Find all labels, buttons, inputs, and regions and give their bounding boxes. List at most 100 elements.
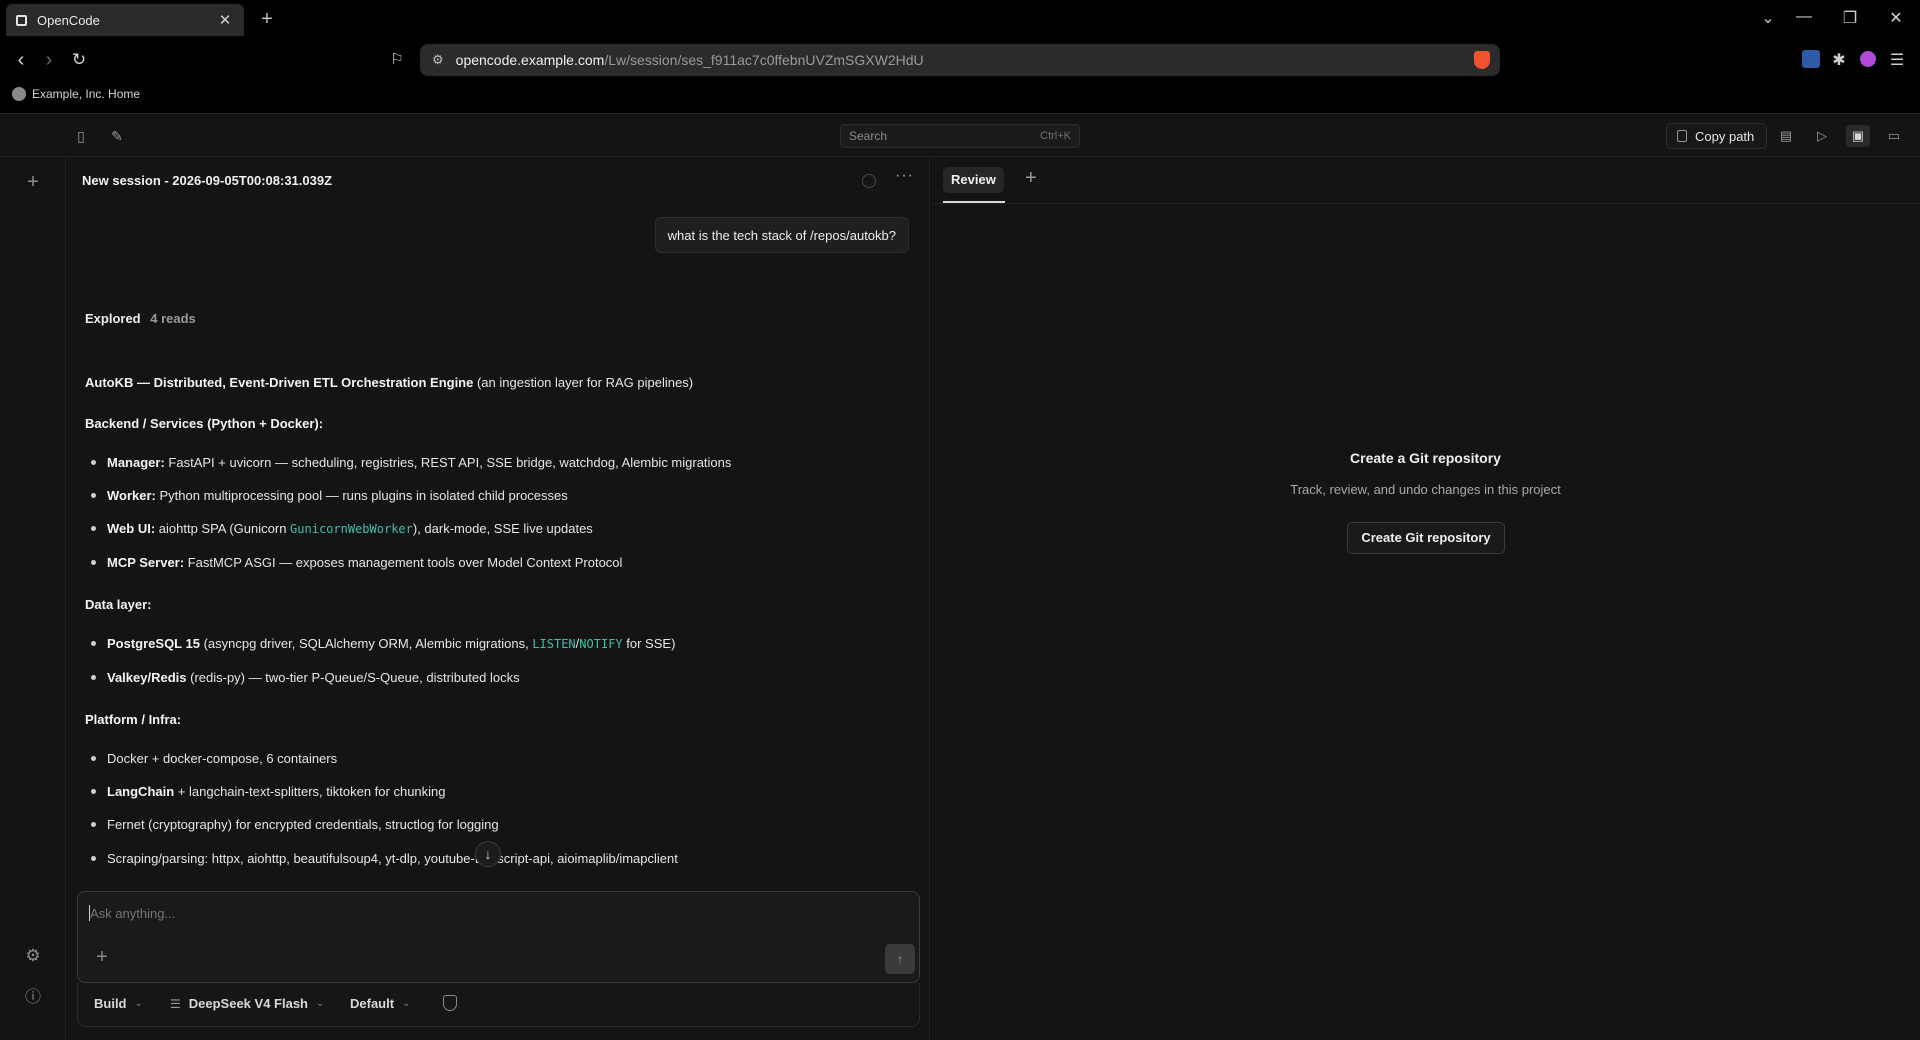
list-bullet [91,493,96,498]
attach-plus-icon[interactable]: + [92,946,112,969]
agent-select[interactable]: Build ⌄ [94,996,143,1011]
site-settings-icon[interactable]: ⚙ [432,52,444,68]
review-panel-icon[interactable]: ▣ [1846,125,1870,147]
session-panel: New session - 2026-09-05T00:08:31.039Z ·… [67,157,930,1040]
forward-arrow-icon[interactable]: › [36,47,62,73]
list-bullet [91,856,96,861]
file-tree-icon[interactable]: ▭ [1882,125,1906,147]
more-options-icon[interactable]: ··· [895,167,914,185]
add-tab-icon[interactable]: + [1025,167,1037,190]
session-title: New session - 2026-09-05T00:08:31.039Z [82,173,333,188]
browser-menu-icon[interactable]: ☰ [1888,50,1906,69]
back-arrow-icon[interactable]: ‹ [8,47,34,73]
data-heading: Data layer: [85,597,152,612]
globe-icon [12,87,26,101]
empty-state-subtitle: Track, review, and undo changes in this … [1290,482,1561,497]
list-item: Docker + docker-compose, 6 containers [107,751,338,766]
create-git-repository-button[interactable]: Create Git repository [1347,522,1505,554]
explored-label: Explored [85,311,141,326]
list-bullet [91,460,96,465]
list-item: PostgreSQL 15 (asyncpg driver, SQLAlchem… [107,636,676,651]
search-shortcut: Ctrl+K [1040,130,1071,142]
explored-summary[interactable]: Explored 4 reads [85,311,196,326]
terminal-icon[interactable]: ▷ [1810,125,1834,147]
prompt-input[interactable] [90,906,890,921]
user-message: what is the tech stack of /repos/autokb? [654,217,909,253]
add-project-icon[interactable]: + [22,171,44,193]
list-bullet [91,789,96,794]
copy-icon [1677,130,1687,142]
opencode-favicon-icon [16,14,27,26]
search-placeholder: Search [849,129,888,143]
reload-icon[interactable]: ↻ [66,47,92,73]
new-tab-icon[interactable]: + [256,8,278,31]
settings-gear-icon[interactable]: ⚙ [22,945,44,967]
list-item: Scraping/parsing: httpx, aiohttp, beauti… [107,851,678,866]
explored-count: 4 reads [150,311,196,326]
backend-heading: Backend / Services (Python + Docker): [85,416,324,431]
list-item: Worker: Python multiprocessing pool — ru… [107,488,568,503]
list-item: Valkey/Redis (redis-py) — two-tier P-Que… [107,670,520,685]
tab-title: OpenCode [37,12,100,28]
restore-window-icon[interactable]: ❐ [1838,8,1862,28]
bookmark-icon[interactable]: ⚐ [384,47,410,73]
url-host: opencode.example.com [455,52,605,68]
url-path: /Lw/session/ses_f911ac7c0ffebnUVZmSGXW2H… [604,52,924,68]
model-select[interactable]: ☰ DeepSeek V4 Flash ⌄ [170,996,324,1011]
list-item: Web UI: aiohttp SPA (Gunicorn GunicornWe… [107,521,593,536]
send-button[interactable]: ↑ [885,944,915,974]
review-tabs: Review + [931,157,1920,204]
variant-select[interactable]: Default ⌄ [350,996,410,1011]
minimize-window-icon[interactable]: — [1792,8,1816,26]
scroll-to-bottom-button[interactable]: ↓ [475,841,501,867]
message-composer: + ↑ [77,891,920,983]
session-status-icon [862,174,876,188]
composer-options-bar: Build ⌄ ☰ DeepSeek V4 Flash ⌄ Default ⌄ [77,983,920,1027]
search-input[interactable]: Search Ctrl+K [840,124,1080,148]
brave-shields-icon[interactable] [1474,51,1490,69]
chevron-down-icon: ⌄ [316,998,325,1009]
inline-code: GunicornWebWorker [290,522,413,536]
copy-path-label: Copy path [1695,128,1755,144]
empty-state-title: Create a Git repository [1350,450,1501,466]
browser-toolbar: ‹ › ↻ ⚐ ⚙ opencode.example.com /Lw/sessi… [0,40,1920,80]
extension-badge-icon[interactable] [1802,50,1820,68]
user-message-text: what is the tech stack of /repos/autokb? [667,227,896,243]
close-tab-icon[interactable]: ✕ [216,11,234,29]
list-item: MCP Server: FastMCP ASGI — exposes manag… [107,555,623,570]
browser-tab-opencode[interactable]: OpenCode ✕ [6,4,244,36]
permissions-shield-icon[interactable] [443,995,457,1011]
active-tab-underline [943,201,1005,203]
list-bullet [91,756,96,761]
list-bullet [91,675,96,680]
copy-path-button[interactable]: Copy path [1666,123,1768,149]
list-item: Fernet (cryptography) for encrypted cred… [107,817,499,832]
new-session-edit-icon[interactable]: ✎ [108,127,126,145]
bookmarks-bar: Example, Inc. Home [0,80,1920,114]
list-bullet [91,641,96,646]
answer-intro: AutoKB — Distributed, Event-Driven ETL O… [85,375,694,390]
address-bar[interactable]: ⚙ opencode.example.com /Lw/session/ses_f… [420,44,1500,76]
review-panel: Review + Create a Git repository Track, … [931,157,1920,1040]
app-header: ▯ ✎ Search Ctrl+K Copy path ▤ ▷ ▣ ▭ [0,115,1920,157]
platform-heading: Platform / Infra: [85,712,182,727]
bookmark-label: Example, Inc. Home [32,87,141,101]
left-rail: + ⚙ ⓘ [0,157,66,1040]
profile-avatar-icon[interactable] [1860,51,1876,67]
list-item: LangChain + langchain-text-splitters, ti… [107,784,446,799]
close-window-icon[interactable]: ✕ [1884,8,1908,28]
chevron-down-icon: ⌄ [134,998,143,1009]
list-bullet [91,822,96,827]
list-bullet [91,560,96,565]
provider-icon: ☰ [170,996,181,1011]
list-item: Manager: FastAPI + uvicorn — scheduling,… [107,455,732,470]
toggle-sidebar-icon[interactable]: ▯ [72,127,90,145]
browser-tabstrip: OpenCode ✕ + ⌄ — ❐ ✕ [0,0,1920,40]
extensions-puzzle-icon[interactable]: ✱ [1830,50,1848,69]
help-icon[interactable]: ⓘ [22,987,44,1009]
bookmark-home[interactable]: Example, Inc. Home [12,87,140,101]
tab-review[interactable]: Review [943,167,1004,193]
tab-search-chevron-icon[interactable]: ⌄ [1756,8,1780,28]
list-bullet [91,526,96,531]
changes-panel-icon[interactable]: ▤ [1774,125,1798,147]
